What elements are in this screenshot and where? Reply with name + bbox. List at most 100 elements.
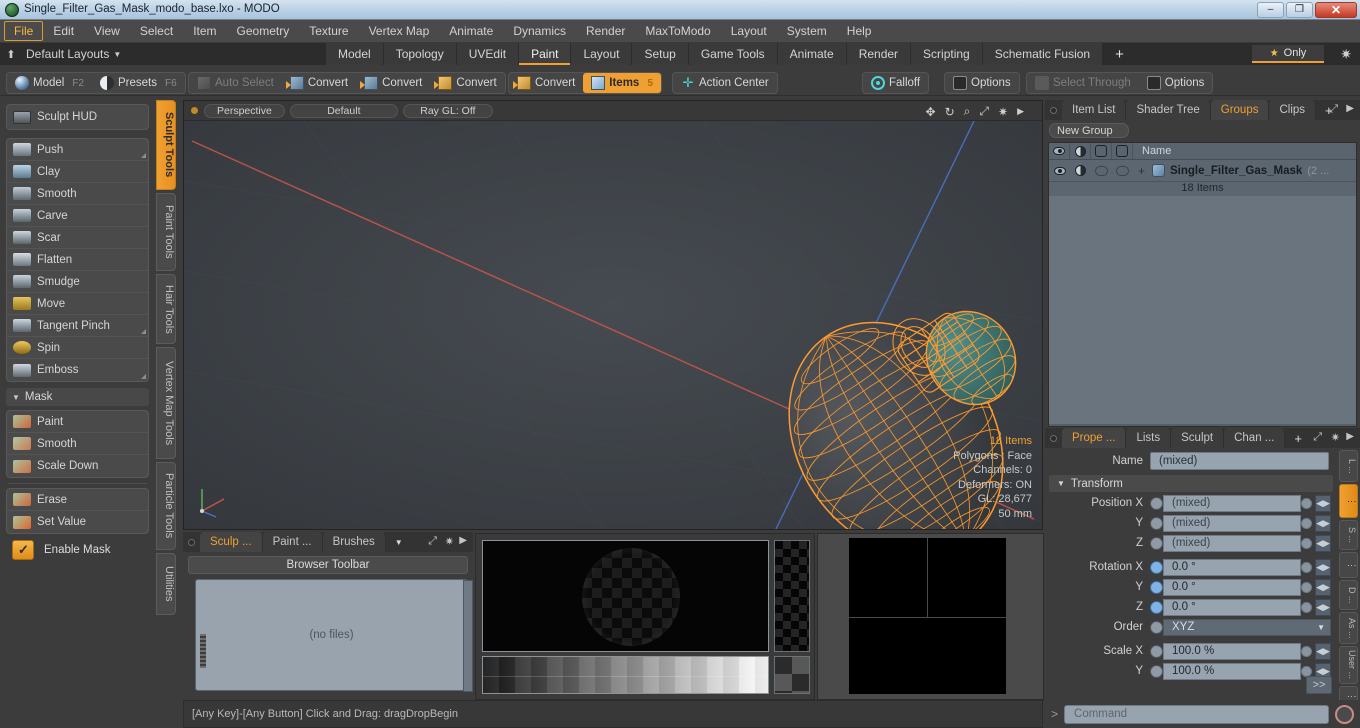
col-shading[interactable] — [1070, 143, 1091, 159]
gear-icon[interactable]: ✷ — [1331, 431, 1340, 444]
panel-menu-dot-icon[interactable] — [1050, 435, 1057, 442]
tool-tangent-pinch[interactable]: Tangent Pinch — [7, 315, 148, 337]
gear-icon[interactable]: ✷ — [1340, 46, 1352, 63]
command-input[interactable]: Command — [1064, 705, 1329, 724]
menu-vertex-map[interactable]: Vertex Map — [359, 21, 440, 41]
row-shading-toggle[interactable] — [1070, 160, 1091, 181]
menu-render[interactable]: Render — [576, 21, 635, 41]
mask-tool-paint[interactable]: Paint — [7, 411, 148, 433]
mini-knob-icon[interactable] — [1301, 602, 1312, 613]
channel-dot-icon[interactable] — [1150, 645, 1163, 658]
position-y-input[interactable]: (mixed) — [1163, 515, 1301, 532]
tool-push[interactable]: Push — [7, 139, 148, 161]
position-x-input[interactable]: (mixed) — [1163, 495, 1301, 512]
options-button-2[interactable]: Options — [1139, 73, 1213, 93]
tab-brushes[interactable]: Brushes — [323, 532, 386, 552]
vtab-utilities[interactable]: Utilities — [156, 553, 176, 615]
scale-x-input[interactable]: 100.0 % — [1163, 643, 1301, 660]
play-icon[interactable]: ▶ — [1017, 106, 1024, 117]
menu-help[interactable]: Help — [837, 21, 882, 41]
position-y-stepper[interactable]: ◀▶ — [1315, 515, 1331, 532]
mini-knob-icon[interactable] — [1301, 498, 1312, 509]
maximize-panel-icon[interactable]: ⤢ — [1329, 103, 1338, 116]
record-macro-button[interactable] — [1335, 705, 1354, 724]
tab-shader-tree[interactable]: Shader Tree — [1126, 100, 1210, 120]
texture-gradient-swatch[interactable] — [774, 656, 810, 694]
mini-knob-icon[interactable] — [1301, 538, 1312, 549]
channel-dot-icon[interactable] — [1150, 517, 1163, 530]
browser-toolbar-button[interactable]: Browser Toolbar — [188, 556, 468, 574]
mini-knob-icon[interactable] — [1301, 666, 1312, 677]
model-button[interactable]: Model F2 — [7, 73, 92, 93]
tool-smooth[interactable]: Smooth — [7, 183, 148, 205]
viewport-shading-dropdown[interactable]: Default — [290, 104, 398, 118]
pvtab-lists[interactable]: L ... — [1339, 450, 1358, 482]
order-dropdown[interactable]: XYZ ▼ — [1163, 619, 1331, 636]
channel-dot-icon[interactable] — [1150, 665, 1163, 678]
enable-mask-checkbox[interactable] — [12, 540, 34, 560]
convert-button-4[interactable]: Convert — [509, 73, 583, 93]
pvtab-as[interactable]: As ... — [1339, 612, 1358, 644]
panel-overflow-icon[interactable]: ▶ — [1346, 431, 1354, 442]
mask-section-header[interactable]: ▼ Mask — [6, 388, 149, 406]
menu-system[interactable]: System — [777, 21, 837, 41]
tab-layout[interactable]: Layout — [571, 43, 632, 65]
tab-item-list[interactable]: Item List — [1062, 100, 1126, 120]
tool-scar[interactable]: Scar — [7, 227, 148, 249]
convert-button-3[interactable]: Convert — [430, 73, 504, 93]
tool-smudge[interactable]: Smudge — [7, 271, 148, 293]
panel-menu-dot-icon[interactable] — [188, 539, 195, 546]
tab-paint[interactable]: Paint — [519, 43, 571, 65]
home-arrow-icon[interactable]: ⬆ — [0, 48, 22, 61]
preview-tile-a[interactable] — [849, 538, 927, 617]
panel-overflow-icon[interactable]: ▶ — [1346, 103, 1354, 114]
tab-lists[interactable]: Lists — [1126, 428, 1171, 448]
rotation-x-stepper[interactable]: ◀▶ — [1315, 559, 1331, 576]
scale-y-input[interactable]: 100.0 % — [1163, 663, 1301, 680]
vtab-paint-tools[interactable]: Paint Tools — [156, 193, 176, 271]
texture-main-preview[interactable] — [482, 540, 769, 652]
mask-tool-smooth[interactable]: Smooth — [7, 433, 148, 455]
zoom-icon[interactable]: ⌕ — [964, 104, 971, 119]
channel-dot-icon[interactable] — [1150, 561, 1163, 574]
menu-geometry[interactable]: Geometry — [227, 21, 300, 41]
options-button-1[interactable]: Options — [945, 73, 1019, 93]
tab-game-tools[interactable]: Game Tools — [689, 43, 778, 65]
vtab-sculpt-tools[interactable]: Sculpt Tools — [156, 100, 176, 190]
tab-scripting[interactable]: Scripting — [911, 43, 983, 65]
menu-texture[interactable]: Texture — [299, 21, 358, 41]
pvtab-dots[interactable]: ⋮ — [1339, 552, 1358, 578]
falloff-button[interactable]: Falloff — [863, 73, 928, 93]
menu-layout[interactable]: Layout — [721, 21, 777, 41]
pan-icon[interactable]: ✥ — [926, 105, 936, 119]
tab-render[interactable]: Render — [847, 43, 911, 65]
pvtab-s[interactable]: S ... — [1339, 520, 1358, 550]
rotation-y-input[interactable]: 0.0 ° — [1163, 579, 1301, 596]
tab-schematic-fusion[interactable]: Schematic Fusion — [983, 43, 1103, 65]
tool-carve[interactable]: Carve — [7, 205, 148, 227]
add-properties-tab-button[interactable]: + — [1285, 428, 1311, 448]
name-input[interactable]: (mixed) — [1150, 452, 1329, 470]
tab-model[interactable]: Model — [326, 43, 384, 65]
transform-section-header[interactable]: ▼ Transform — [1049, 475, 1333, 492]
auto-select-button[interactable]: Auto Select — [189, 73, 282, 93]
tool-spin[interactable]: Spin — [7, 337, 148, 359]
tab-setup[interactable]: Setup — [632, 43, 688, 65]
mask-tool-scale-down[interactable]: Scale Down — [7, 455, 148, 477]
maximize-button[interactable]: ❐ — [1286, 2, 1313, 18]
texture-gradient-ramp[interactable] — [482, 656, 769, 694]
row-visibility-toggle[interactable] — [1049, 160, 1070, 181]
gear-icon[interactable]: ✷ — [445, 535, 454, 548]
only-toggle-button[interactable]: ★ Only — [1252, 45, 1324, 63]
tool-emboss[interactable]: Emboss — [7, 359, 148, 381]
tab-properties[interactable]: Prope ... — [1062, 428, 1126, 448]
row-render-toggle[interactable] — [1112, 160, 1133, 181]
pvtab-active[interactable]: ⋮ — [1339, 484, 1358, 518]
vtab-particle-tools[interactable]: Particle Tools — [156, 462, 176, 550]
browser-resize-grip[interactable] — [200, 634, 206, 668]
tool-move[interactable]: Move — [7, 293, 148, 315]
tool-clay[interactable]: Clay — [7, 161, 148, 183]
vtab-hair-tools[interactable]: Hair Tools — [156, 274, 176, 344]
menu-view[interactable]: View — [84, 21, 130, 41]
new-group-button[interactable]: New Group — [1049, 123, 1129, 138]
